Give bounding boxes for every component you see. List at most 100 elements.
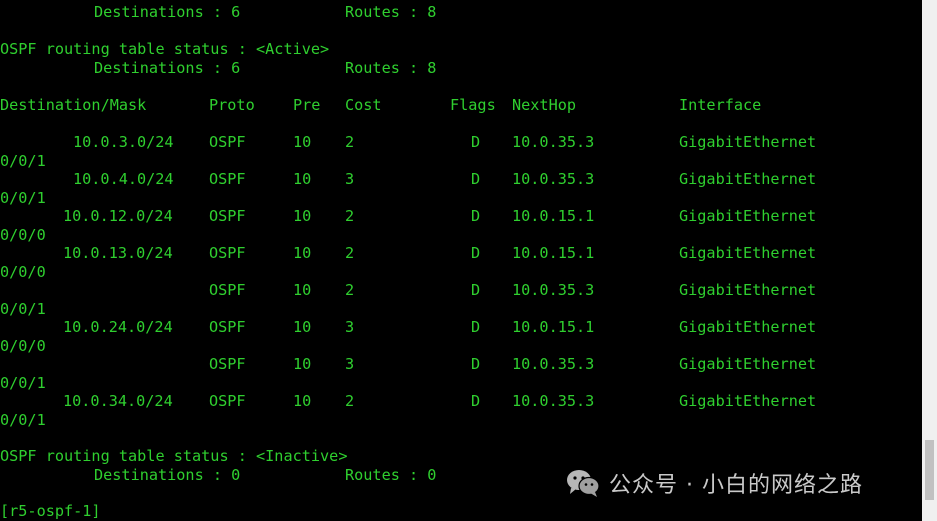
- route-pre: 10: [293, 318, 312, 336]
- route-nexthop: 10.0.15.1: [512, 244, 595, 262]
- route-flags: D: [471, 133, 481, 151]
- route-pre: 10: [293, 355, 312, 373]
- route-destination: 10.0.24.0/24: [63, 318, 173, 336]
- route-nexthop: 10.0.15.1: [512, 318, 595, 336]
- routes-count: Routes : 8: [345, 3, 437, 21]
- vertical-scrollbar[interactable]: [922, 0, 937, 521]
- table-row: OSPF 10 2 D 10.0.35.3 GigabitEthernet: [0, 281, 816, 300]
- route-proto: OSPF: [209, 207, 246, 225]
- route-nexthop: 10.0.35.3: [512, 392, 595, 410]
- table-row: 10.0.12.0/24 OSPF 10 2 D 10.0.15.1 Gigab…: [0, 207, 816, 226]
- scrollbar-thumb[interactable]: [925, 440, 934, 500]
- route-proto: OSPF: [209, 318, 246, 336]
- inactive-routes: Routes : 0: [345, 466, 437, 484]
- active-summary-line: Destinations : 6 Routes : 8: [0, 59, 436, 78]
- route-proto: OSPF: [209, 244, 246, 262]
- table-header: Destination/Mask Proto Pre Cost Flags Ne…: [0, 96, 761, 115]
- route-flags: D: [471, 392, 481, 410]
- table-row-continuation: 0/0/1: [0, 374, 46, 393]
- table-row-continuation: 0/0/0: [0, 337, 46, 356]
- route-proto: OSPF: [209, 392, 246, 410]
- header-nexthop: NextHop: [512, 96, 577, 114]
- header-pre: Pre: [293, 96, 321, 114]
- destinations-count: Destinations : 6: [94, 3, 241, 21]
- route-interface-port: 0/0/1: [0, 300, 46, 318]
- route-interface: GigabitEthernet: [679, 170, 817, 188]
- route-pre: 10: [293, 133, 312, 151]
- route-flags: D: [471, 207, 481, 225]
- route-interface-port: 0/0/1: [0, 411, 46, 429]
- active-status-text: OSPF routing table status : <Active>: [0, 40, 330, 58]
- route-interface: GigabitEthernet: [679, 281, 817, 299]
- route-proto: OSPF: [209, 355, 246, 373]
- route-interface: GigabitEthernet: [679, 244, 817, 262]
- route-interface: GigabitEthernet: [679, 392, 817, 410]
- route-interface: GigabitEthernet: [679, 133, 817, 151]
- wechat-icon: [567, 470, 600, 497]
- route-flags: D: [471, 170, 481, 188]
- table-row: 10.0.3.0/24 OSPF 10 2 D 10.0.35.3 Gigabi…: [0, 133, 816, 152]
- route-pre: 10: [293, 207, 312, 225]
- terminal-window[interactable]: Destinations : 6 Routes : 8 OSPF routing…: [0, 0, 922, 521]
- table-row-continuation: 0/0/0: [0, 263, 46, 282]
- table-row-continuation: 0/0/1: [0, 411, 46, 430]
- route-interface-port: 0/0/0: [0, 226, 46, 244]
- table-row-continuation: 0/0/0: [0, 226, 46, 245]
- route-cost: 3: [345, 170, 355, 188]
- active-routes: Routes : 8: [345, 59, 437, 77]
- route-cost: 2: [345, 207, 355, 225]
- route-destination: 10.0.4.0/24: [73, 170, 174, 188]
- table-row: 10.0.24.0/24 OSPF 10 3 D 10.0.15.1 Gigab…: [0, 318, 816, 337]
- route-flags: D: [471, 244, 481, 262]
- route-destination: 10.0.3.0/24: [73, 133, 174, 151]
- header-flags: Flags: [450, 96, 496, 114]
- route-interface-port: 0/0/1: [0, 189, 46, 207]
- inactive-status-text: OSPF routing table status : <Inactive>: [0, 447, 348, 465]
- active-destinations: Destinations : 6: [94, 59, 241, 77]
- route-nexthop: 10.0.15.1: [512, 207, 595, 225]
- route-nexthop: 10.0.35.3: [512, 170, 595, 188]
- route-flags: D: [471, 318, 481, 336]
- header-interface: Interface: [679, 96, 762, 114]
- route-proto: OSPF: [209, 170, 246, 188]
- table-row: 10.0.13.0/24 OSPF 10 2 D 10.0.15.1 Gigab…: [0, 244, 816, 263]
- watermark-text: 公众号 · 小白的网络之路: [609, 473, 863, 498]
- route-pre: 10: [293, 170, 312, 188]
- route-cost: 2: [345, 244, 355, 262]
- header-proto: Proto: [209, 96, 255, 114]
- route-cost: 3: [345, 318, 355, 336]
- route-interface: GigabitEthernet: [679, 318, 817, 336]
- route-nexthop: 10.0.35.3: [512, 281, 595, 299]
- route-destination: 10.0.34.0/24: [63, 392, 173, 410]
- table-row: 10.0.34.0/24 OSPF 10 2 D 10.0.35.3 Gigab…: [0, 392, 816, 411]
- inactive-status-title: OSPF routing table status : <Inactive>: [0, 447, 347, 466]
- route-interface-port: 0/0/0: [0, 337, 46, 355]
- route-destination: 10.0.13.0/24: [63, 244, 173, 262]
- header-cost: Cost: [345, 96, 382, 114]
- command-prompt[interactable]: [r5-ospf-1]: [0, 502, 101, 521]
- route-nexthop: 10.0.35.3: [512, 355, 595, 373]
- route-pre: 10: [293, 244, 312, 262]
- route-flags: D: [471, 355, 481, 373]
- summary-line-top: Destinations : 6 Routes : 8: [0, 3, 436, 22]
- table-row: 10.0.4.0/24 OSPF 10 3 D 10.0.35.3 Gigabi…: [0, 170, 816, 189]
- route-destination: 10.0.12.0/24: [63, 207, 173, 225]
- route-cost: 3: [345, 355, 355, 373]
- table-row-continuation: 0/0/1: [0, 152, 46, 171]
- table-row-continuation: 0/0/1: [0, 189, 46, 208]
- inactive-destinations: Destinations : 0: [94, 466, 241, 484]
- route-nexthop: 10.0.35.3: [512, 133, 595, 151]
- route-pre: 10: [293, 281, 312, 299]
- active-status-title: OSPF routing table status : <Active>: [0, 40, 329, 59]
- route-interface-port: 0/0/1: [0, 374, 46, 392]
- watermark: 公众号 · 小白的网络之路: [565, 466, 863, 500]
- inactive-summary-line: Destinations : 0 Routes : 0: [0, 466, 436, 485]
- table-row-continuation: 0/0/1: [0, 300, 46, 319]
- route-proto: OSPF: [209, 281, 246, 299]
- table-row: OSPF 10 3 D 10.0.35.3 GigabitEthernet: [0, 355, 816, 374]
- route-cost: 2: [345, 392, 355, 410]
- route-interface: GigabitEthernet: [679, 355, 817, 373]
- route-pre: 10: [293, 392, 312, 410]
- header-destination: Destination/Mask: [0, 96, 147, 114]
- route-cost: 2: [345, 133, 355, 151]
